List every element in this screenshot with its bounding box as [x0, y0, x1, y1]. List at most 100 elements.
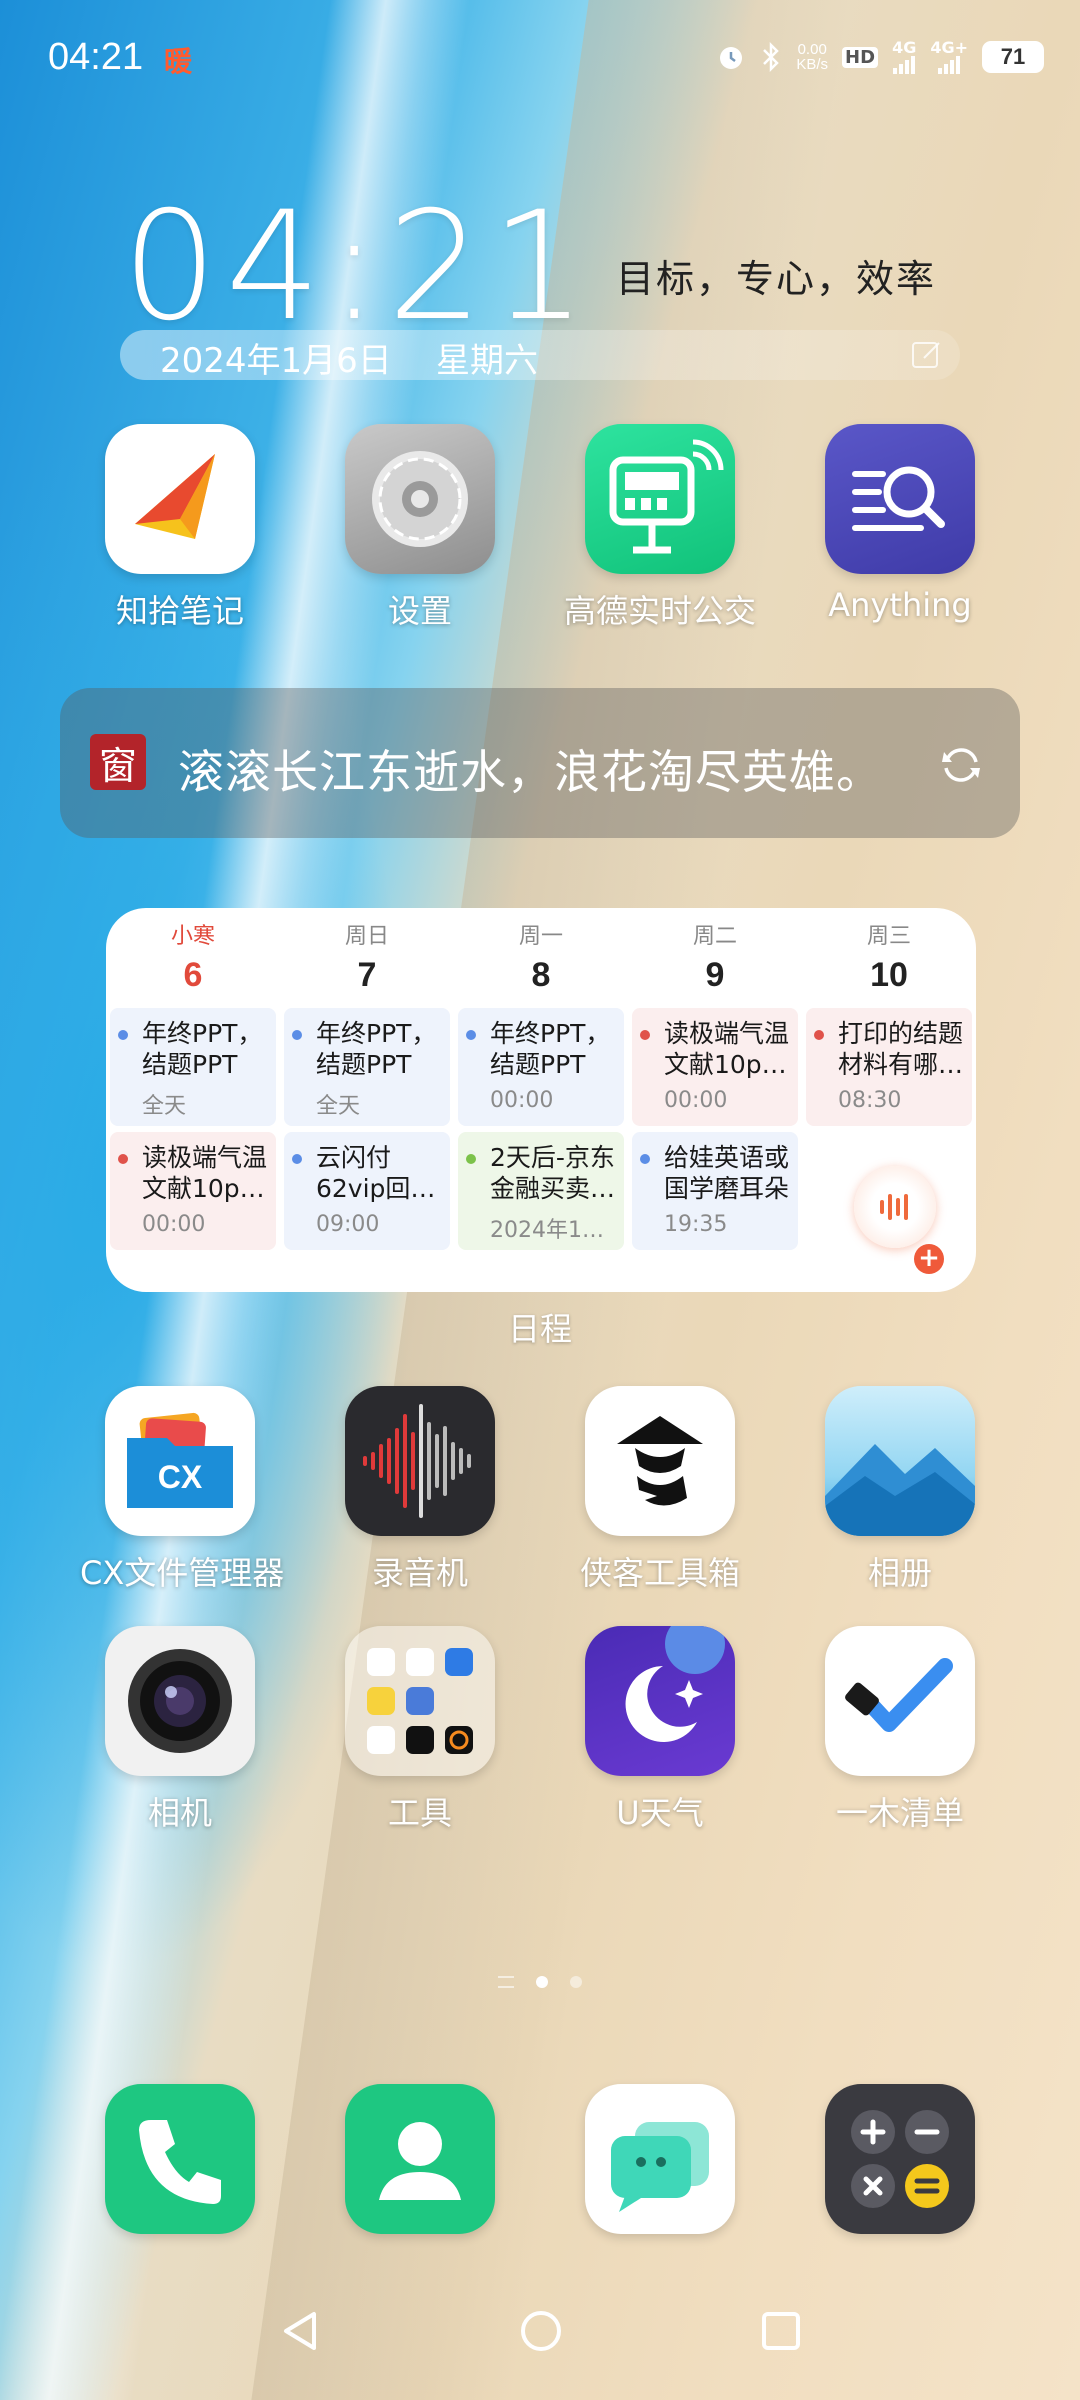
app-label: 知拾笔记 — [115, 592, 244, 630]
xiake-toolbox-icon — [585, 1386, 735, 1536]
app-amap-bus[interactable]: 高德实时公交 — [560, 424, 760, 632]
app-label: 录音机 — [371, 1554, 468, 1592]
status-icons: 0.00 KB/s HD 4G 4G+ 71 — [716, 36, 1044, 78]
app-cx-file-manager[interactable]: CX CX文件管理器 — [80, 1386, 285, 1594]
app-label: Anything — [828, 586, 972, 624]
event-title: 打印的结题材料有哪… — [838, 1019, 964, 1079]
alarm-icon — [716, 42, 746, 72]
calendar-date: 10 — [870, 956, 908, 994]
event-dot — [640, 1030, 650, 1040]
add-icon[interactable]: + — [914, 1244, 944, 1274]
event-time: 00:00 — [664, 1088, 728, 1113]
poem-text: 滚滚长江东逝水，浪花淘尽英雄。 — [178, 745, 883, 799]
calendar-date: 6 — [183, 956, 203, 994]
event-dot — [292, 1154, 302, 1164]
app-label: CX文件管理器 — [80, 1554, 285, 1592]
app-recorder[interactable]: 录音机 — [320, 1386, 520, 1594]
calendar-date: 9 — [705, 956, 725, 994]
sim2-network-type: 4G+ — [930, 38, 968, 57]
voice-add-event-button[interactable] — [854, 1166, 936, 1248]
calendar-weekday: 周一 — [518, 924, 563, 949]
anything-search-icon — [825, 424, 975, 574]
amap-bus-icon — [585, 424, 735, 574]
calendar-event[interactable]: 读极端气温文献10p… 00:00 — [632, 1008, 798, 1126]
app-label: 设置 — [387, 592, 452, 630]
app-label: 一木清单 — [835, 1794, 964, 1832]
calendar-event[interactable]: 读极端气温文献10p… 00:00 — [110, 1132, 276, 1250]
app-label: 相机 — [147, 1794, 212, 1832]
event-dot — [640, 1154, 650, 1164]
calendar-weekday: 周二 — [692, 924, 737, 949]
event-title: 年终PPT，结题PPT — [142, 1019, 263, 1079]
calendar-event[interactable]: 云闪付62vip回… 09:00 — [284, 1132, 450, 1250]
status-time: 04:21 — [48, 36, 144, 78]
app-label: 高德实时公交 — [563, 592, 756, 630]
clock-motto: 目标，专心，效率 — [616, 257, 937, 301]
calendar-weekday: 周三 — [866, 924, 911, 949]
speed-unit: KB/s — [796, 56, 829, 73]
tools-folder-icon — [345, 1626, 495, 1776]
app-anything[interactable]: Anything — [800, 424, 1000, 624]
event-title: 读极端气温文献10p… — [664, 1019, 790, 1079]
camera-icon — [105, 1626, 255, 1776]
app-label: 工具 — [387, 1794, 452, 1832]
edit-icon[interactable] — [910, 338, 944, 372]
u-weather-icon — [585, 1626, 735, 1776]
back-button[interactable] — [276, 2306, 326, 2356]
app-settings[interactable]: 设置 — [320, 424, 520, 632]
calendar-event[interactable]: 给娃英语或国学磨耳朵 19:35 — [632, 1132, 798, 1250]
event-dot — [466, 1030, 476, 1040]
page-indicator[interactable] — [0, 1976, 1080, 1988]
app-tools-folder[interactable]: 工具 — [320, 1626, 520, 1834]
calendar-event[interactable]: 年终PPT，结题PPT 全天 — [284, 1008, 450, 1126]
clock-weekday: 星期六 — [436, 341, 538, 381]
hd-icon: HD — [842, 46, 879, 68]
contacts-icon — [345, 2084, 495, 2234]
calendar-widget[interactable]: 小寒 6 周日 7 周一 8 周二 9 周三 10 年终PPT，结题PPT 全天… — [106, 908, 976, 1292]
phone-icon — [105, 2084, 255, 2234]
sim1-network-type: 4G — [892, 38, 917, 57]
dock-contacts[interactable] — [320, 2084, 520, 2234]
home-button[interactable] — [516, 2306, 566, 2356]
notification-app-indicator: 暖 — [164, 45, 193, 78]
event-time: 00:00 — [490, 1088, 554, 1113]
app-zhishi-notes[interactable]: 知拾笔记 — [80, 424, 280, 632]
dock-phone[interactable] — [80, 2084, 280, 2234]
event-dot — [814, 1030, 824, 1040]
event-time: 全天 — [316, 1094, 361, 1119]
yimu-checklist-icon — [825, 1626, 975, 1776]
event-time: 2024年1… — [490, 1218, 604, 1243]
app-u-weather[interactable]: U天气 — [560, 1626, 760, 1834]
calendar-event[interactable]: 打印的结题材料有哪… 08:30 — [806, 1008, 972, 1126]
calendar-event[interactable]: 2天后-京东金融买卖… 2024年1… — [458, 1132, 624, 1250]
event-time: 09:00 — [316, 1212, 380, 1237]
dock-messages[interactable] — [560, 2084, 760, 2234]
calendar-event[interactable]: 年终PPT，结题PPT 全天 — [110, 1008, 276, 1126]
messages-icon — [585, 2084, 735, 2234]
app-label: U天气 — [616, 1794, 704, 1832]
dock-calculator[interactable] — [800, 2084, 1000, 2234]
event-title: 读极端气温文献10p… — [142, 1143, 268, 1203]
refresh-icon[interactable] — [936, 740, 986, 790]
bluetooth-icon — [760, 41, 782, 73]
zhishi-notes-icon — [105, 424, 255, 574]
app-camera[interactable]: 相机 — [80, 1626, 280, 1834]
sim1-signal-icon: 4G — [892, 40, 916, 74]
recents-button[interactable] — [756, 2306, 806, 2356]
calendar-event[interactable]: 年终PPT，结题PPT 00:00 — [458, 1008, 624, 1126]
event-dot — [118, 1030, 128, 1040]
app-gallery[interactable]: 相册 — [800, 1386, 1000, 1594]
event-time: 08:30 — [838, 1088, 902, 1113]
app-xiake-toolbox[interactable]: 侠客工具箱 — [560, 1386, 760, 1594]
page-indicator-menu — [498, 1976, 514, 1988]
calendar-date: 7 — [357, 956, 377, 994]
battery-icon: 71 — [982, 41, 1044, 73]
app-yimu-checklist[interactable]: 一木清单 — [800, 1626, 1000, 1834]
page-dot-active — [536, 1976, 548, 1988]
clock-date: 2024年1月6日 — [160, 341, 392, 381]
calculator-icon — [825, 2084, 975, 2234]
page-dot — [570, 1976, 582, 1988]
sim2-signal-icon: 4G+ — [930, 40, 968, 74]
event-time: 全天 — [142, 1094, 187, 1119]
app-label: 相册 — [867, 1554, 932, 1592]
